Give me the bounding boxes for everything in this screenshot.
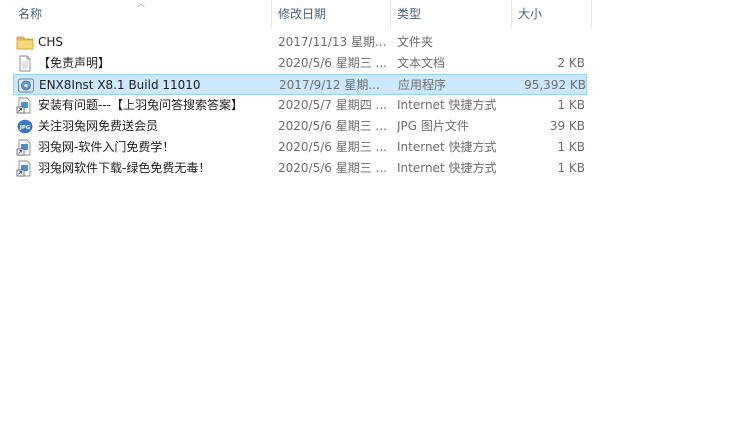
file-name: 关注羽兔网免费送会员 xyxy=(38,119,159,133)
file-row[interactable]: JPG 关注羽兔网免费送会员 2020/5/6 星期三 ... JPG 图片文件 39 … xyxy=(13,116,587,137)
file-row[interactable]: 羽兔网-软件入门免费学！ 2020/5/6 星期三 ... Internet 快捷方… xyxy=(13,137,587,158)
file-type: 文本文档 xyxy=(397,56,446,70)
file-size: 95,392 KB xyxy=(524,78,586,92)
file-modified-date: 2017/11/13 星期... xyxy=(278,35,387,49)
file-size: 1 KB xyxy=(557,161,585,175)
file-name: 【免责声明】 xyxy=(38,56,111,70)
installer-icon xyxy=(17,77,35,94)
file-name: ENX8Inst X8.1 Build 11010 xyxy=(39,78,201,92)
file-name: 羽兔网-软件入门免费学！ xyxy=(38,140,175,154)
file-modified-date: 2020/5/7 星期四 ... xyxy=(278,98,387,112)
file-size xyxy=(513,32,585,53)
file-size: 1 KB xyxy=(557,140,585,154)
file-name: 安装有问题---【上羽兔问答搜索答案】 xyxy=(38,98,243,112)
column-header-bar: 名称 ︿ 修改日期 类型 大小 xyxy=(0,0,749,28)
column-header-date[interactable]: 修改日期 xyxy=(272,0,390,28)
file-modified-date: 2020/5/6 星期三 ... xyxy=(278,56,387,70)
file-row[interactable]: ENX8Inst X8.1 Build 11010 2017/9/12 星期...… xyxy=(13,74,587,95)
file-size: 39 KB xyxy=(549,119,585,133)
internet-shortcut-icon xyxy=(16,97,34,114)
internet-shortcut-icon xyxy=(16,139,34,156)
file-size: 1 KB xyxy=(557,98,585,112)
text-document-icon xyxy=(16,55,34,72)
file-type: 文件夹 xyxy=(397,35,434,49)
file-type: Internet 快捷方式 xyxy=(397,98,497,112)
file-row[interactable]: 【免责声明】 2020/5/6 星期三 ... 文本文档 2 KB xyxy=(13,53,587,74)
column-header-size[interactable]: 大小 xyxy=(512,0,592,28)
file-modified-date: 2020/5/6 星期三 ... xyxy=(278,161,387,175)
file-type: JPG 图片文件 xyxy=(397,119,469,133)
folder-icon xyxy=(16,34,34,51)
column-divider[interactable] xyxy=(591,0,592,28)
file-type: 应用程序 xyxy=(398,78,447,92)
file-name: 羽兔网软件下载-绿色免费无毒！ xyxy=(38,161,211,175)
file-type: Internet 快捷方式 xyxy=(397,161,497,175)
file-name: CHS xyxy=(38,35,64,49)
column-header-type[interactable]: 类型 xyxy=(391,0,511,28)
sort-ascending-icon: ︿ xyxy=(137,0,145,8)
file-type: Internet 快捷方式 xyxy=(397,140,497,154)
file-size: 2 KB xyxy=(557,56,585,70)
jpg-image-icon: JPG xyxy=(16,118,34,135)
svg-text:JPG: JPG xyxy=(19,125,31,131)
file-modified-date: 2020/5/6 星期三 ... xyxy=(278,119,387,133)
file-modified-date: 2020/5/6 星期三 ... xyxy=(278,140,387,154)
file-row[interactable]: 羽兔网软件下载-绿色免费无毒！ 2020/5/6 星期三 ... Internet … xyxy=(13,158,587,179)
file-modified-date: 2017/9/12 星期... xyxy=(279,78,380,92)
file-row[interactable]: CHS 2017/11/13 星期... 文件夹 xyxy=(13,32,587,53)
internet-shortcut-icon xyxy=(16,160,34,177)
file-row[interactable]: 安装有问题---【上羽兔问答搜索答案】 2020/5/7 星期四 ... Inter… xyxy=(13,95,587,116)
